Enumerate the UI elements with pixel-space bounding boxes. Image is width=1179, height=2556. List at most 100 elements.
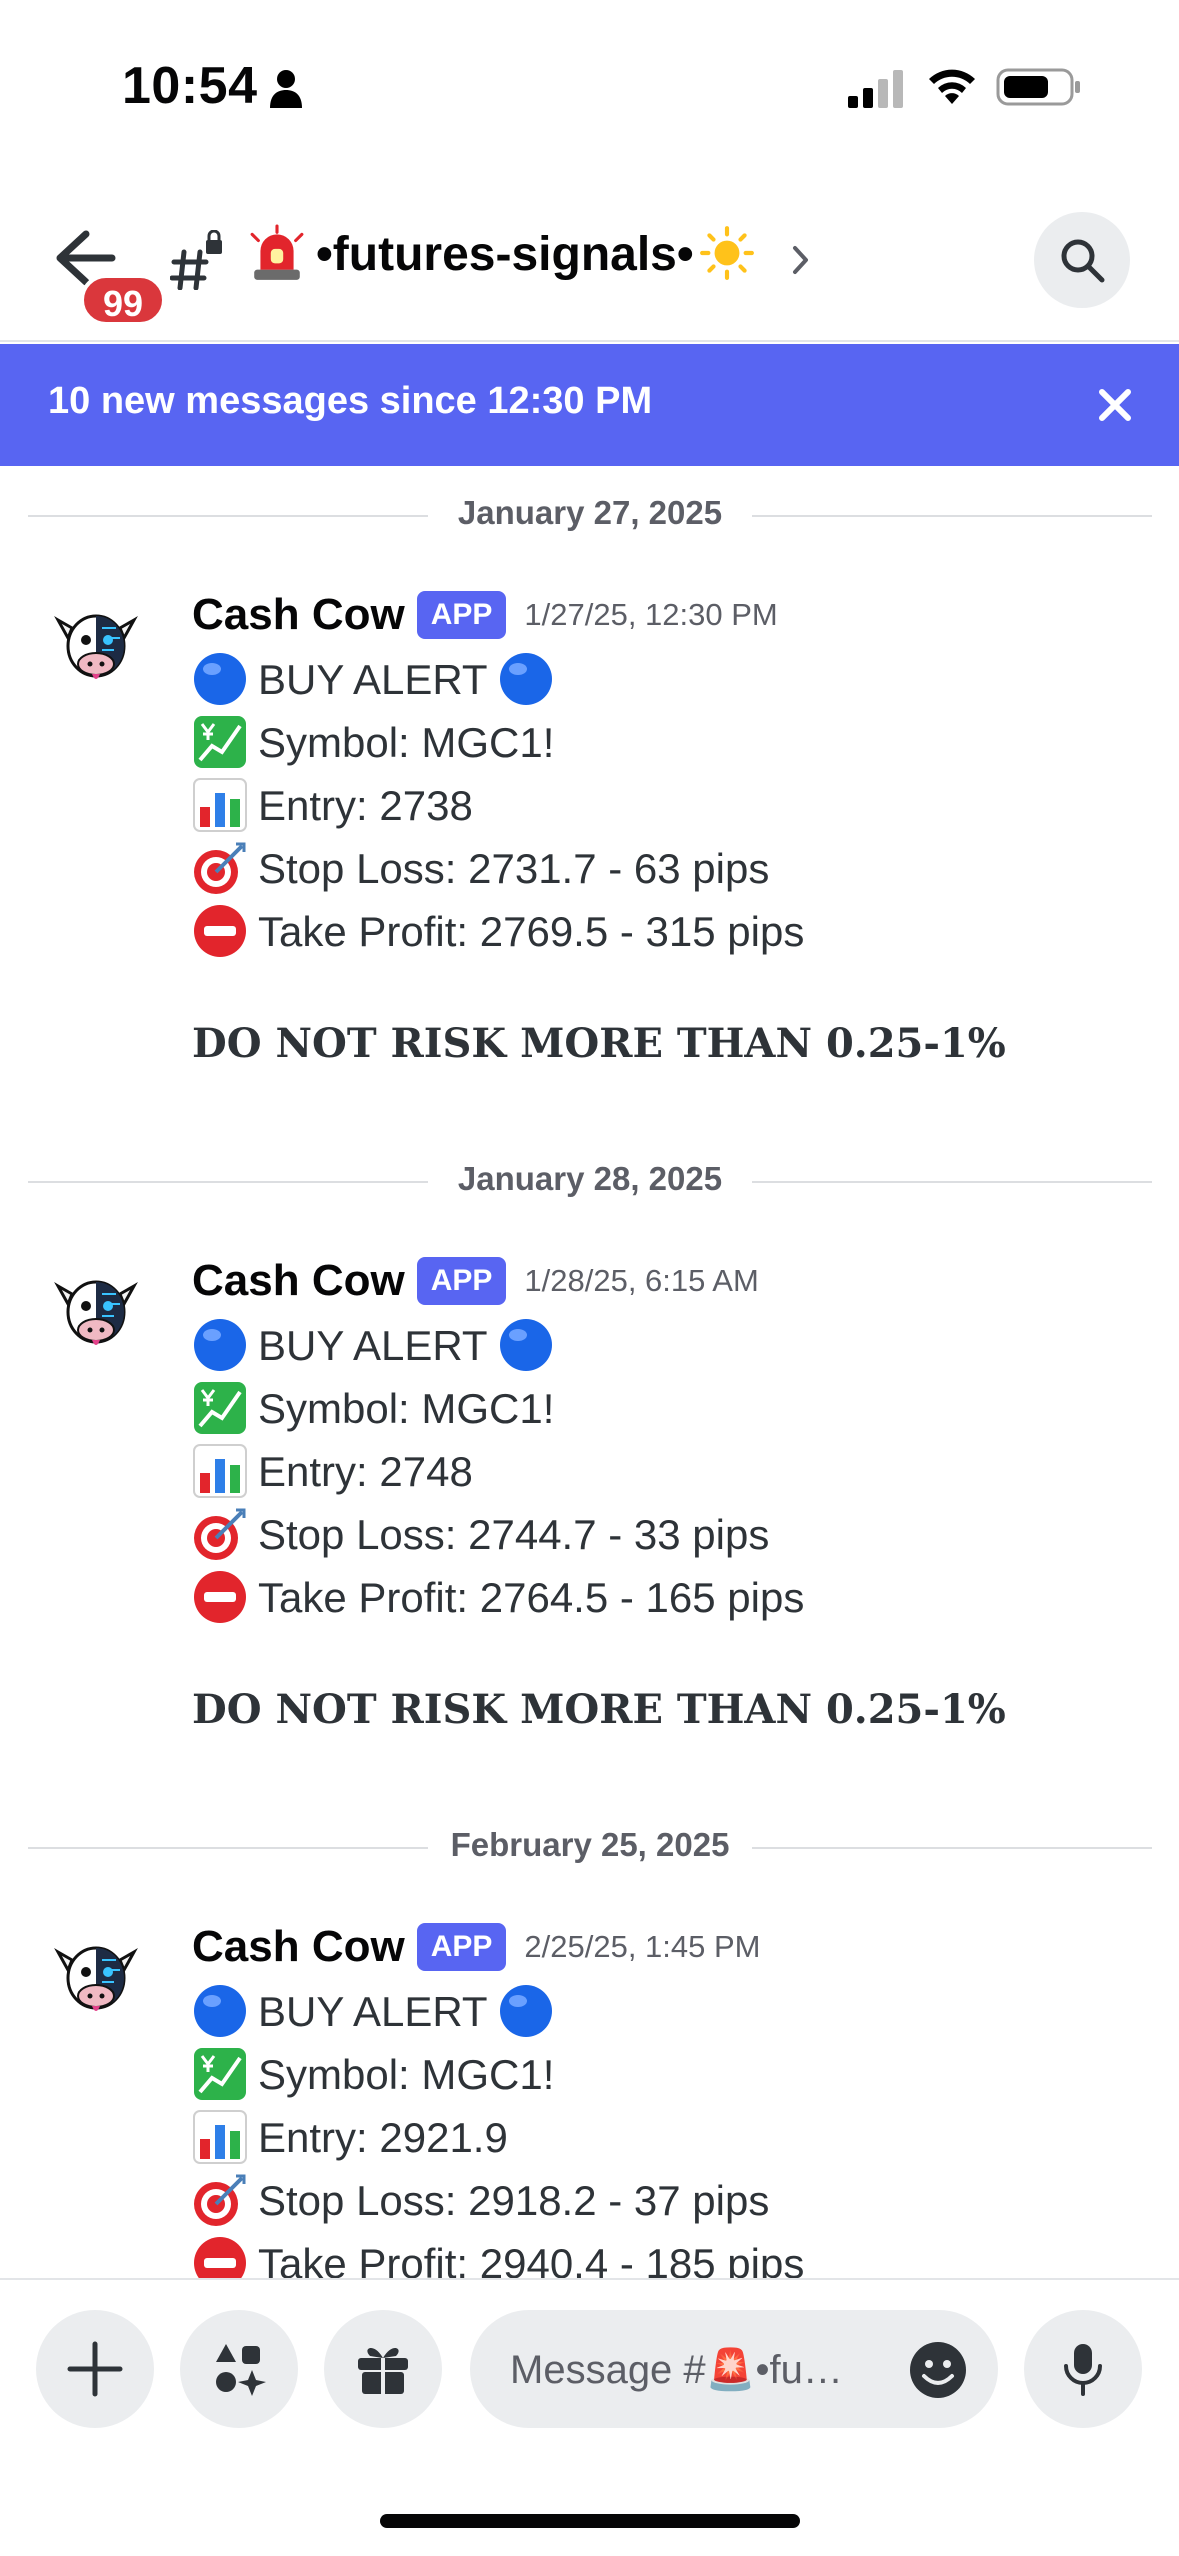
entry-text: Entry: 2738: [258, 782, 473, 829]
author-name[interactable]: Cash Cow: [192, 590, 405, 639]
divider-date: January 28, 2025: [457, 1160, 723, 1197]
stop-loss-text: Stop Loss: 2918.2 - 37 pips: [258, 2177, 770, 2224]
no-entry-emoji-icon: [194, 1570, 246, 1623]
app-tag: APP: [416, 1923, 507, 1971]
risk-warning: DO NOT RISK MORE THAN 0.25-1%: [192, 1686, 1006, 1733]
person-icon: [270, 70, 302, 108]
close-icon[interactable]: [1096, 386, 1134, 424]
apps-button[interactable]: [180, 2310, 298, 2428]
message-input[interactable]: Message #🚨•fu…: [470, 2310, 998, 2428]
take-profit-line: Take Profit: 2764.5 - 165 pips: [192, 1568, 804, 1631]
blue-circle-emoji-icon: [499, 652, 552, 705]
bar-chart-emoji-icon: [193, 2109, 247, 2164]
blue-circle-emoji-icon: [499, 1318, 552, 1371]
chevron-right-icon[interactable]: [790, 240, 812, 280]
cow-avatar-icon[interactable]: [48, 1264, 144, 1360]
stop-loss-line: Stop Loss: 2731.7 - 63 pips: [192, 839, 769, 902]
timestamp: 2/25/25, 1:45 PM: [524, 1929, 761, 1964]
yen-chart-emoji-icon: [194, 1381, 246, 1434]
cellular-signal-icon: [848, 70, 903, 108]
entry-text: Entry: 2748: [258, 1448, 473, 1495]
status-time: 10:54: [122, 57, 258, 115]
message-item[interactable]: Cash Cow APP 1/27/25, 12:30 PM BUY ALERT S…: [0, 590, 1179, 1150]
entry-line: Entry: 2738: [192, 776, 473, 839]
date-divider: January 27, 2025: [28, 490, 1152, 540]
message-list[interactable]: January 27, 2025 Cash Cow APP 1/27/25, 12:…: [0, 466, 1179, 2278]
date-divider: February 25, 2025: [28, 1822, 1152, 1872]
take-profit-text: Take Profit: 2940.4 - 185 pips: [258, 2240, 805, 2278]
risk-warning: DO NOT RISK MORE THAN 0.25-1%: [192, 1020, 1006, 1067]
blue-circle-emoji-icon: [194, 652, 246, 705]
gift-button[interactable]: [324, 2310, 442, 2428]
message-header: Cash Cow APP 2/25/25, 1:45 PM: [192, 1922, 761, 1982]
alert-line: BUY ALERT: [192, 650, 554, 713]
entry-text: Entry: 2921.9: [258, 2114, 508, 2161]
status-bar: 10:54: [0, 0, 1179, 150]
take-profit-text: Take Profit: 2764.5 - 165 pips: [258, 1574, 805, 1621]
microphone-icon: [1064, 2344, 1102, 2396]
divider-line: [752, 1847, 1152, 1849]
message-item[interactable]: Cash Cow APP 1/28/25, 6:15 AM BUY ALERT Sy…: [0, 1256, 1179, 1816]
new-messages-text: 10 new messages since 12:30 PM: [48, 380, 653, 422]
blue-circle-emoji-icon: [499, 1984, 552, 2037]
wifi-icon: [929, 69, 975, 104]
blue-circle-emoji-icon: [194, 1984, 246, 2037]
entry-line: Entry: 2748: [192, 1442, 473, 1505]
apps-icon: [216, 2344, 266, 2396]
alert-text: BUY ALERT: [258, 1322, 488, 1369]
cow-avatar-icon[interactable]: [48, 598, 144, 694]
app-tag: APP: [416, 1257, 507, 1305]
stop-loss-text: Stop Loss: 2744.7 - 33 pips: [258, 1511, 770, 1558]
author-name[interactable]: Cash Cow: [192, 1922, 405, 1971]
stop-loss-line: Stop Loss: 2918.2 - 37 pips: [192, 2171, 769, 2234]
timestamp: 1/27/25, 12:30 PM: [524, 597, 778, 632]
author-name[interactable]: Cash Cow: [192, 1256, 405, 1305]
message-header: Cash Cow APP 1/27/25, 12:30 PM: [192, 590, 778, 650]
channel-name-text: •futures-signals•: [316, 228, 694, 281]
target-dart-emoji-icon: [194, 842, 246, 894]
date-divider: January 28, 2025: [28, 1156, 1152, 1206]
divider-line: [752, 515, 1152, 517]
message-item[interactable]: Cash Cow APP 2/25/25, 1:45 PM BUY ALERT Sy…: [0, 1922, 1179, 2278]
stop-loss-text: Stop Loss: 2731.7 - 63 pips: [258, 845, 770, 892]
symbol-line: Symbol: MGC1!: [192, 713, 554, 776]
app-tag: APP: [416, 591, 507, 639]
cow-avatar-icon[interactable]: [48, 1930, 144, 2026]
alert-text: BUY ALERT: [258, 1988, 488, 2035]
add-attachment-button[interactable]: [36, 2310, 154, 2428]
timestamp: 1/28/25, 6:15 AM: [524, 1263, 759, 1298]
stop-loss-line: Stop Loss: 2744.7 - 33 pips: [192, 1505, 769, 1568]
symbol-text: Symbol: MGC1!: [258, 1385, 555, 1432]
home-indicator[interactable]: [380, 2514, 800, 2528]
alert-line: BUY ALERT: [192, 1982, 554, 2045]
gift-icon: [358, 2347, 408, 2394]
symbol-text: Symbol: MGC1!: [258, 719, 555, 766]
message-header: Cash Cow APP 1/28/25, 6:15 AM: [192, 1256, 759, 1316]
yen-chart-emoji-icon: [194, 715, 246, 768]
blue-circle-emoji-icon: [194, 1318, 246, 1371]
emoji-icon[interactable]: [908, 2340, 968, 2400]
symbol-line: Symbol: MGC1!: [192, 2045, 554, 2108]
take-profit-text: Take Profit: 2769.5 - 315 pips: [258, 908, 805, 955]
voice-message-button[interactable]: [1024, 2310, 1142, 2428]
search-button[interactable]: [1034, 212, 1130, 308]
channel-header: 99 •futures-signals•: [0, 190, 1179, 342]
unread-badge: 99: [80, 274, 166, 326]
alert-line: BUY ALERT: [192, 1316, 554, 1379]
take-profit-line: Take Profit: 2769.5 - 315 pips: [192, 902, 804, 965]
channel-name-button[interactable]: •futures-signals•: [248, 222, 766, 288]
new-messages-bar[interactable]: 10 new messages since 12:30 PM: [0, 344, 1179, 466]
siren-emoji-icon: [250, 224, 304, 281]
entry-line: Entry: 2921.9: [192, 2108, 508, 2171]
symbol-line: Symbol: MGC1!: [192, 1379, 554, 1442]
divider-date: February 25, 2025: [450, 1826, 730, 1863]
alert-text: BUY ALERT: [258, 656, 488, 703]
target-dart-emoji-icon: [194, 2174, 246, 2226]
locked-hash-icon: [170, 230, 222, 290]
message-input-placeholder: Message #🚨•fu…: [510, 2348, 843, 2392]
bar-chart-emoji-icon: [193, 1443, 247, 1498]
no-entry-emoji-icon: [194, 904, 246, 957]
symbol-text: Symbol: MGC1!: [258, 2051, 555, 2098]
take-profit-line: Take Profit: 2940.4 - 185 pips: [192, 2234, 804, 2278]
yen-chart-emoji-icon: [194, 2047, 246, 2100]
